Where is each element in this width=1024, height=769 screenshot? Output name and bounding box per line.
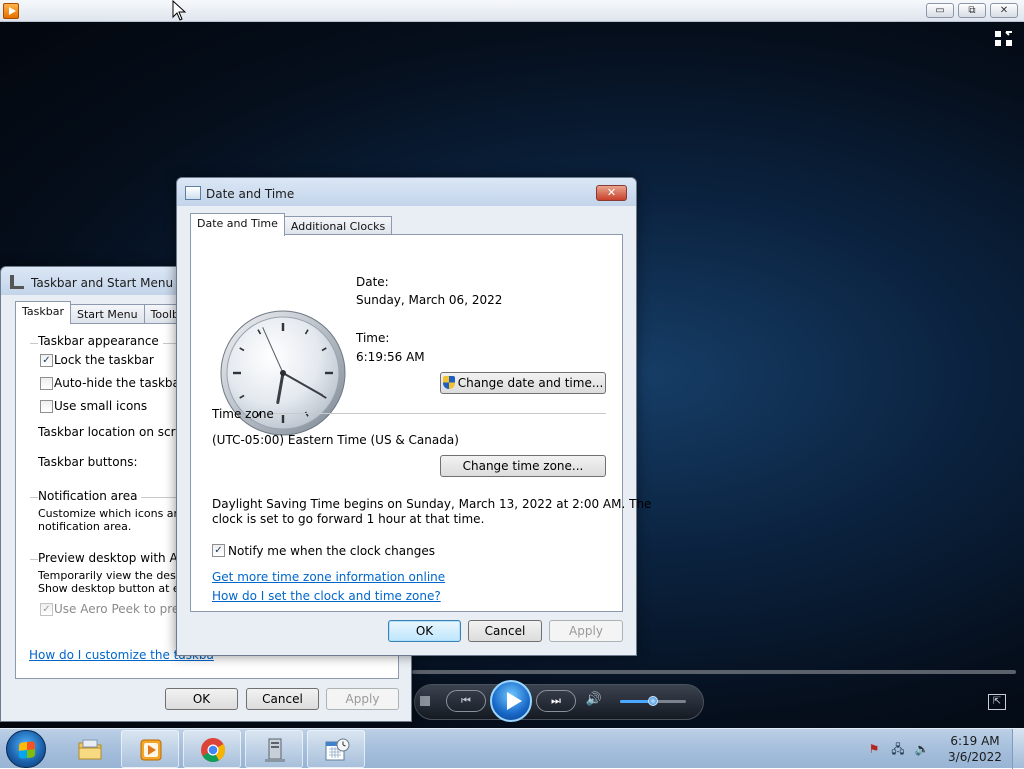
calendar-clock-icon xyxy=(325,738,350,761)
aero-peek-checkbox[interactable]: ✓ xyxy=(40,603,53,616)
folder-icon xyxy=(78,739,102,760)
tab-taskbar[interactable]: Taskbar xyxy=(15,301,71,324)
date-time-ok-button[interactable]: OK xyxy=(388,620,461,642)
notify-clock-change-label: Notify me when the clock changes xyxy=(228,544,435,558)
taskbar-apply-button[interactable]: Apply xyxy=(326,688,399,710)
lock-taskbar-checkbox[interactable]: ✓ xyxy=(40,354,53,367)
taskbar-properties-icon xyxy=(10,275,24,289)
date-value: Sunday, March 06, 2022 xyxy=(356,293,503,307)
change-date-time-label: Change date and time... xyxy=(457,376,604,390)
date-time-titlebar[interactable]: Date and Time ✕ xyxy=(177,178,636,206)
minimize-button[interactable]: ▭ xyxy=(926,3,954,18)
close-button[interactable]: ✕ xyxy=(990,3,1018,18)
time-zone-value: (UTC-05:00) Eastern Time (US & Canada) xyxy=(212,433,459,447)
clock-center xyxy=(280,370,286,376)
dst-info-text: Daylight Saving Time begins on Sunday, M… xyxy=(212,497,652,511)
notification-area-title: Notification area xyxy=(38,489,142,503)
volume-icon[interactable]: 🔊 xyxy=(584,692,604,710)
notification-area-text: Customize which icons and n xyxy=(38,507,198,520)
action-center-flag-icon[interactable]: ⚑ xyxy=(866,741,882,757)
close-button[interactable]: ✕ xyxy=(596,185,627,201)
tab-date-and-time[interactable]: Date and Time xyxy=(190,213,285,236)
taskbar-cancel-button[interactable]: Cancel xyxy=(246,688,319,710)
time-value: 6:19:56 AM xyxy=(356,350,425,364)
restore-button[interactable]: ⧉ xyxy=(958,3,986,18)
autohide-taskbar-checkbox[interactable] xyxy=(40,377,53,390)
change-date-time-button[interactable]: Change date and time... xyxy=(440,372,606,394)
show-desktop-button[interactable] xyxy=(1012,729,1024,769)
date-label: Date: xyxy=(356,275,389,289)
taskbar-computer-button[interactable] xyxy=(245,730,303,768)
start-button[interactable] xyxy=(6,730,46,768)
computer-icon xyxy=(265,738,285,762)
tab-additional-clocks[interactable]: Additional Clocks xyxy=(283,216,393,236)
time-label: Time: xyxy=(356,331,390,345)
next-button[interactable]: ⏭ xyxy=(536,690,576,712)
date-time-tabs: Date and Time Additional Clocks xyxy=(190,213,393,236)
lock-taskbar-label: Lock the taskbar xyxy=(54,353,154,367)
dialog-title: Date and Time xyxy=(206,187,295,201)
date-time-cancel-button[interactable]: Cancel xyxy=(468,620,542,642)
small-icons-checkbox[interactable] xyxy=(40,400,53,413)
system-tray: ⚑ 🖧 🔈 xyxy=(862,741,942,759)
media-player-icon xyxy=(140,739,162,761)
date-time-dialog: Date and Time ✕ Date and Time Additional… xyxy=(176,177,651,656)
play-button[interactable] xyxy=(490,680,532,722)
dst-info-text-2: clock is set to go forward 1 hour at tha… xyxy=(212,512,485,526)
set-clock-help-link[interactable]: How do I set the clock and time zone? xyxy=(212,589,441,603)
taskbar-chrome-button[interactable] xyxy=(183,730,241,768)
windows-taskbar: ⚑ 🖧 🔈 6:19 AM 3/6/2022 xyxy=(0,728,1024,769)
switch-to-library-icon[interactable] xyxy=(994,30,1014,48)
time-zone-info-link[interactable]: Get more time zone information online xyxy=(212,570,445,584)
taskbar-appearance-title: Taskbar appearance xyxy=(38,334,163,348)
taskbar-buttons-label: Taskbar buttons: xyxy=(38,455,138,469)
windows-logo-icon xyxy=(19,741,35,759)
aero-peek-text-2: Show desktop button at end xyxy=(38,582,194,595)
uac-shield-icon xyxy=(442,376,455,389)
taskbar-ok-button[interactable]: OK xyxy=(165,688,238,710)
stop-button[interactable] xyxy=(420,696,430,706)
taskbar-explorer-button[interactable] xyxy=(60,730,118,768)
small-icons-label: Use small icons xyxy=(54,399,148,413)
fullscreen-button[interactable]: ⇱ xyxy=(988,694,1006,710)
taskbar-clock[interactable]: 6:19 AM 3/6/2022 xyxy=(940,733,1010,765)
calendar-clock-icon xyxy=(185,186,201,200)
time-zone-title: Time zone xyxy=(212,407,274,421)
autohide-taskbar-label: Auto-hide the taskbar xyxy=(54,376,185,390)
media-player-icon xyxy=(3,3,19,19)
taskbar-clock-date: 3/6/2022 xyxy=(948,750,1002,764)
notification-area-text-2: notification area. xyxy=(38,520,132,533)
media-player-titlebar: ▭ ⧉ ✕ xyxy=(0,0,1024,22)
taskbar-media-player-button[interactable] xyxy=(121,730,179,768)
chrome-icon xyxy=(201,738,226,763)
volume-slider-thumb[interactable] xyxy=(648,696,658,706)
date-time-apply-button[interactable]: Apply xyxy=(549,620,623,642)
network-icon[interactable]: 🖧 xyxy=(890,741,906,757)
previous-button[interactable]: ⏮ xyxy=(446,690,486,712)
date-time-tab-panel: Date: Sunday, March 06, 2022 Time: 6:19:… xyxy=(190,234,651,612)
speaker-icon[interactable]: 🔈 xyxy=(914,741,930,757)
taskbar-clock-time: 6:19 AM xyxy=(950,734,1000,748)
taskbar-properties-tabs: Taskbar Start Menu Toolbars xyxy=(15,301,203,324)
seek-bar[interactable] xyxy=(412,670,1016,674)
taskbar-date-time-button[interactable] xyxy=(307,730,365,768)
change-time-zone-button[interactable]: Change time zone... xyxy=(440,455,606,477)
notify-clock-change-checkbox[interactable]: ✓ xyxy=(212,544,225,557)
tab-start-menu[interactable]: Start Menu xyxy=(70,304,145,324)
dialog-title: Taskbar and Start Menu Pro xyxy=(31,276,196,290)
